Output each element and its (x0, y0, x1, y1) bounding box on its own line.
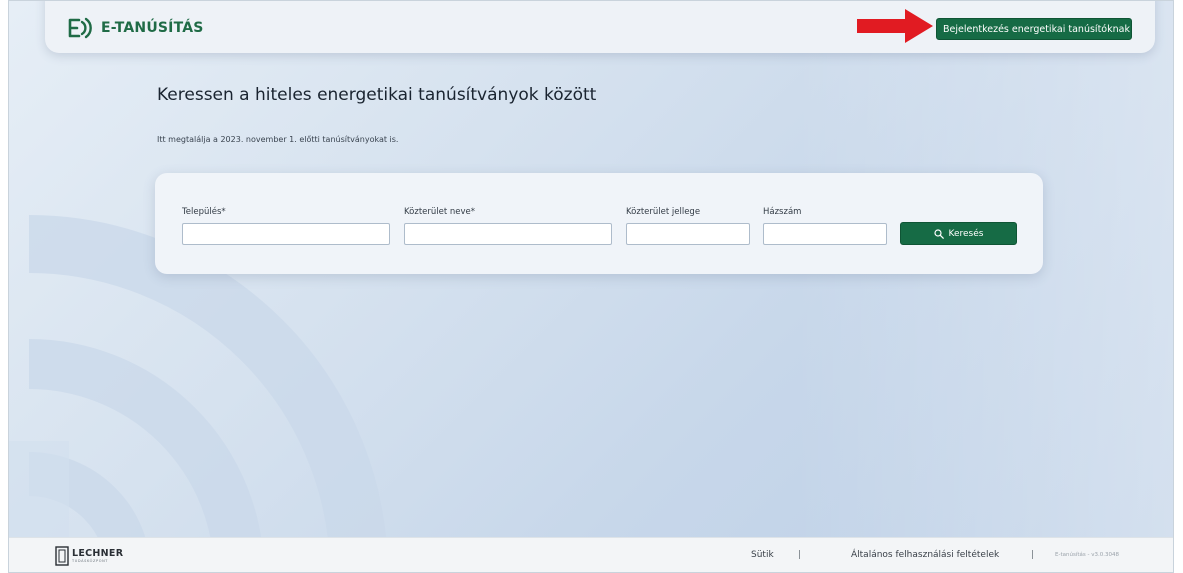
settlement-label: Település* (182, 207, 226, 217)
street-type-label: Közterület jellege (626, 207, 701, 217)
version-text: E-tanúsítás - v3.0.3048 (1055, 552, 1119, 558)
lechner-name: LECHNER (72, 548, 124, 559)
logo-text: E-TANÚSÍTÁS (101, 20, 204, 36)
lechner-logo[interactable]: LECHNER TUDÁSKÖZPONT (55, 546, 123, 566)
street-name-input[interactable] (404, 223, 612, 245)
page-title: Keressen a hiteles energetikai tanúsítvá… (157, 85, 597, 105)
background-glow (793, 1, 1173, 572)
lechner-subtitle: TUDÁSKÖZPONT (72, 558, 109, 563)
search-button-label: Keresés (948, 228, 984, 239)
footer: LECHNER TUDÁSKÖZPONT Sütik | Általános f… (9, 537, 1173, 572)
house-number-label: Házszám (763, 207, 802, 217)
page-subtitle: Itt megtalálja a 2023. november 1. előtt… (157, 135, 399, 144)
certifier-login-button[interactable]: Bejelentkezés energetikai tanúsítóknak (936, 18, 1132, 40)
search-icon (933, 228, 944, 239)
lechner-logo-icon (55, 546, 69, 566)
search-panel: Település* Közterület neve* Közterület j… (155, 173, 1043, 274)
terms-link[interactable]: Általános felhasználási feltételek (851, 550, 999, 560)
e-tanusitas-logo-icon (68, 17, 92, 39)
street-name-label: Közterület neve* (404, 207, 476, 217)
footer-separator: | (1031, 550, 1035, 560)
search-button[interactable]: Keresés (900, 222, 1017, 245)
app-screen: E-TANÚSÍTÁS Bejelentkezés energetikai ta… (8, 0, 1174, 573)
lechner-logo-text: LECHNER TUDÁSKÖZPONT (72, 549, 123, 563)
cookies-link[interactable]: Sütik (751, 550, 774, 560)
red-arrow-icon (857, 9, 933, 43)
street-type-input[interactable] (626, 223, 750, 245)
house-number-input[interactable] (763, 223, 887, 245)
e-tanusitas-logo[interactable]: E-TANÚSÍTÁS (67, 15, 204, 41)
header-bar: E-TANÚSÍTÁS Bejelentkezés energetikai ta… (45, 1, 1155, 53)
footer-separator: | (798, 550, 802, 560)
settlement-input[interactable] (182, 223, 390, 245)
